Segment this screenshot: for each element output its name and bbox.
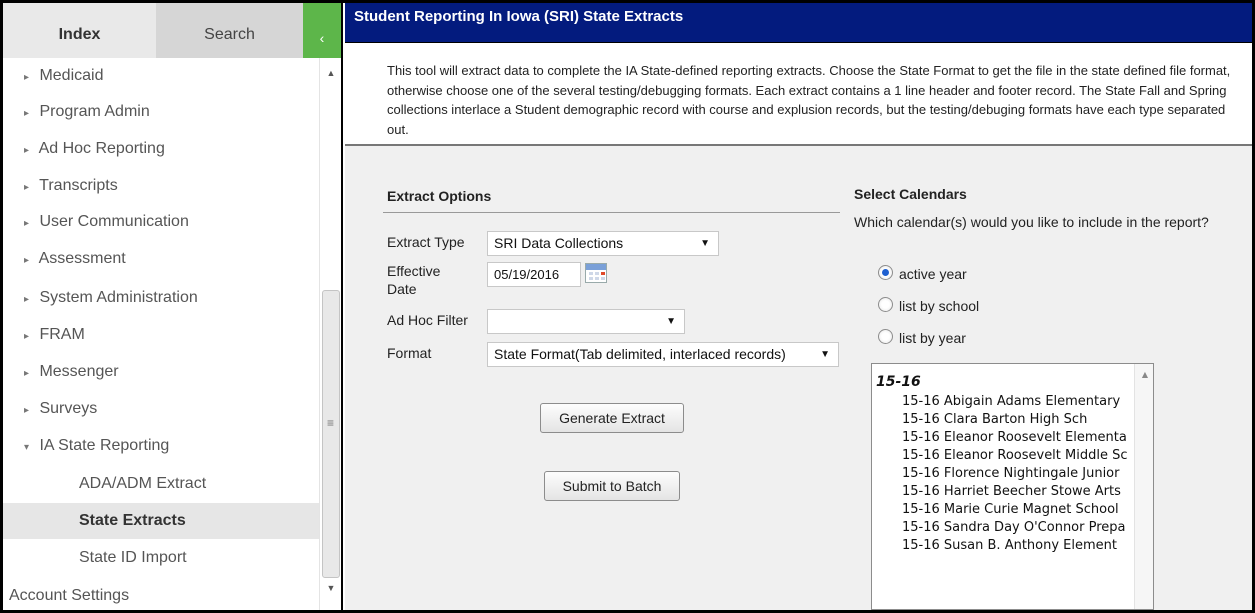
radio-label: list by year [899, 330, 966, 346]
calendar-list-item[interactable]: 15-16 Marie Curie Magnet School [902, 501, 1119, 518]
grip-icon: ≡ [327, 416, 335, 430]
sidebar-scrollbar[interactable]: ▲ ≡ ▼ [319, 58, 341, 610]
radio-button-selected[interactable] [878, 265, 893, 280]
format-value: State Format(Tab delimited, interlaced r… [494, 346, 786, 362]
expand-arrow-icon: ▸ [24, 72, 30, 83]
description-text: This tool will extract data to complete … [387, 63, 1231, 137]
sidebar-item-ad-hoc-reporting[interactable]: ▸ Ad Hoc Reporting [3, 131, 319, 167]
expand-arrow-icon: ▸ [24, 255, 30, 266]
sidebar-item-label: Ad Hoc Reporting [38, 140, 165, 157]
main-panel: Student Reporting In Iowa (SRI) State Ex… [345, 3, 1252, 610]
description-box: This tool will extract data to complete … [345, 43, 1252, 146]
sidebar-item-program-admin[interactable]: ▸ Program Admin [3, 94, 319, 130]
collapse-arrow-icon: ▾ [24, 442, 30, 453]
scroll-up-arrow-icon[interactable]: ▲ [1135, 370, 1153, 379]
calendar-list-item[interactable]: 15-16 Harriet Beecher Stowe Arts [902, 483, 1121, 500]
sidebar-item-label: Surveys [39, 400, 98, 417]
calendar-list[interactable]: 15-16 15-16 Abigain Adams Elementary 15-… [871, 363, 1154, 610]
scrollbar-thumb[interactable]: ≡ [322, 290, 340, 578]
expand-arrow-icon: ▸ [24, 182, 30, 193]
sidebar-item-system-administration[interactable]: ▸ System Administration [3, 280, 319, 316]
sidebar-item-account-settings[interactable]: Account Settings [3, 578, 319, 610]
sidebar: Index Search ‹ ▸ Medicaid ▸ Program Admi… [3, 3, 343, 610]
calendar-question: Which calendar(s) would you like to incl… [854, 214, 1209, 230]
tab-search[interactable]: Search [156, 3, 303, 58]
radio-label: list by school [899, 298, 980, 314]
sidebar-item-label: System Administration [39, 289, 198, 306]
divider [383, 212, 840, 213]
select-calendars-heading: Select Calendars [854, 186, 967, 202]
calendar-list-item[interactable]: 15-16 Florence Nightingale Junior [902, 465, 1119, 482]
sidebar-item-surveys[interactable]: ▸ Surveys [3, 391, 319, 427]
calendar-list-item[interactable]: 15-16 Abigain Adams Elementary [902, 393, 1120, 410]
dropdown-arrow-icon: ▼ [700, 238, 710, 249]
sidebar-item-label: User Communication [39, 213, 189, 230]
generate-extract-button[interactable]: Generate Extract [540, 403, 684, 433]
format-select[interactable]: State Format(Tab delimited, interlaced r… [487, 342, 839, 367]
calendar-icon[interactable] [585, 263, 607, 283]
calendar-list-item[interactable]: 15-16 Eleanor Roosevelt Elementa [902, 429, 1127, 446]
tab-index[interactable]: Index [3, 3, 156, 58]
format-label: Format [387, 345, 432, 361]
extract-type-label: Extract Type [387, 234, 465, 250]
sidebar-item-label: FRAM [39, 326, 85, 343]
sidebar-subitem-ada-adm-extract[interactable]: ADA/ADM Extract [3, 466, 319, 502]
collapse-sidebar-button[interactable]: ‹ [303, 3, 341, 58]
radio-label: active year [899, 266, 967, 282]
page-title: Student Reporting In Iowa (SRI) State Ex… [345, 3, 1252, 43]
app-frame: Index Search ‹ ▸ Medicaid ▸ Program Admi… [3, 3, 1252, 610]
extract-type-value: SRI Data Collections [494, 235, 624, 251]
effective-date-field[interactable]: 05/19/2016 [487, 262, 581, 287]
sidebar-tabs: Index Search ‹ [3, 3, 341, 58]
expand-arrow-icon: ▸ [24, 294, 30, 305]
ad-hoc-filter-label: Ad Hoc Filter [387, 312, 468, 328]
ad-hoc-filter-select[interactable]: ▼ [487, 309, 685, 334]
expand-arrow-icon: ▸ [24, 108, 30, 119]
expand-arrow-icon: ▸ [24, 145, 30, 156]
sidebar-item-label: Program Admin [39, 103, 150, 120]
sidebar-item-label: Assessment [38, 250, 126, 267]
sidebar-item-ia-state-reporting[interactable]: ▾ IA State Reporting [3, 428, 319, 464]
sidebar-menu: ▸ Medicaid ▸ Program Admin ▸ Ad Hoc Repo… [3, 58, 319, 610]
expand-arrow-icon: ▸ [24, 218, 30, 229]
calendar-list-scrollbar[interactable]: ▲ [1134, 364, 1153, 609]
sidebar-item-assessment[interactable]: ▸ Assessment [3, 241, 319, 277]
sidebar-subitem-state-extracts[interactable]: State Extracts [3, 503, 319, 539]
scroll-up-arrow-icon[interactable]: ▲ [320, 68, 342, 82]
chevron-left-icon: ‹ [319, 30, 325, 46]
dropdown-arrow-icon: ▼ [666, 316, 676, 327]
scroll-down-arrow-icon[interactable]: ▼ [320, 583, 342, 597]
calendar-list-item[interactable]: 15-16 Susan B. Anthony Element [902, 537, 1117, 554]
extract-options-heading: Extract Options [387, 188, 492, 204]
sidebar-item-label: IA State Reporting [39, 437, 170, 454]
sidebar-item-user-communication[interactable]: ▸ User Communication [3, 204, 319, 240]
dropdown-arrow-icon: ▼ [820, 349, 830, 360]
calendar-group-label: 15-16 [876, 374, 921, 390]
radio-button[interactable] [878, 329, 893, 344]
sidebar-subitem-state-id-import[interactable]: State ID Import [3, 540, 319, 576]
expand-arrow-icon: ▸ [24, 368, 30, 379]
calendar-list-item[interactable]: 15-16 Clara Barton High Sch [902, 411, 1087, 428]
sidebar-item-transcripts[interactable]: ▸ Transcripts [3, 168, 319, 204]
effective-date-label: Effective Date [387, 263, 441, 297]
sidebar-item-label: Messenger [39, 363, 119, 380]
calendar-list-item[interactable]: 15-16 Sandra Day O'Connor Prepa [902, 519, 1126, 536]
extract-type-select[interactable]: SRI Data Collections ▼ [487, 231, 719, 256]
submit-to-batch-button[interactable]: Submit to Batch [544, 471, 680, 501]
expand-arrow-icon: ▸ [24, 405, 30, 416]
sidebar-item-medicaid[interactable]: ▸ Medicaid [3, 58, 319, 94]
sidebar-item-fram[interactable]: ▸ FRAM [3, 317, 319, 353]
sidebar-item-label: Transcripts [39, 177, 118, 194]
sidebar-item-label: Medicaid [39, 67, 104, 84]
calendar-list-item[interactable]: 15-16 Eleanor Roosevelt Middle Sc [902, 447, 1128, 464]
radio-button[interactable] [878, 297, 893, 312]
expand-arrow-icon: ▸ [24, 331, 30, 342]
sidebar-item-messenger[interactable]: ▸ Messenger [3, 354, 319, 390]
